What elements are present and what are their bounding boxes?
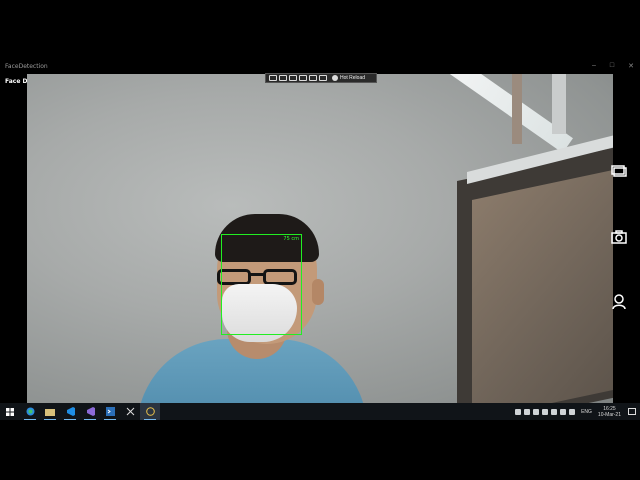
- windows-start-icon: [6, 407, 14, 416]
- snipping-icon: [126, 407, 134, 416]
- maximize-button[interactable]: □: [610, 62, 614, 70]
- title-bar[interactable]: FaceDetection – □ ✕: [0, 60, 640, 74]
- face-distance-label: 75 cm: [283, 236, 299, 242]
- ceiling-light: [407, 74, 573, 153]
- camera-icon: [611, 230, 627, 244]
- system-tray: ENG 16:25 10-Mar-21: [515, 403, 640, 420]
- face-detection-box: 75 cm: [221, 234, 302, 335]
- ceiling-beam: [512, 74, 522, 144]
- tray-network-icon[interactable]: [551, 408, 558, 415]
- tray-volume-icon[interactable]: [560, 408, 567, 415]
- switch-camera-icon: [611, 165, 627, 177]
- person-ear: [312, 279, 324, 305]
- taskbar: ENG 16:25 10-Mar-21: [0, 403, 640, 420]
- hot-reload-button[interactable]: Hot Reload: [332, 75, 365, 81]
- clock-date: 10-Mar-21: [597, 411, 621, 418]
- track-focus-icon[interactable]: [289, 75, 297, 81]
- taskbar-snipping-tool[interactable]: [120, 403, 140, 420]
- accessibility-icon[interactable]: [309, 75, 317, 81]
- window-controls: – □ ✕: [592, 62, 634, 70]
- app-window: FaceDetection – □ ✕ Face Detection FPS: …: [0, 60, 640, 403]
- person-icon: [612, 294, 626, 310]
- ceiling-pipe: [552, 74, 566, 134]
- taskbar-vscode[interactable]: [60, 403, 80, 420]
- window-title: FaceDetection: [5, 63, 48, 70]
- taskbar-face-detection[interactable]: [140, 403, 160, 420]
- xaml-debug-toolbar: Hot Reload: [265, 73, 377, 83]
- browser-icon: [26, 407, 34, 416]
- taskbar-visual-studio[interactable]: [80, 403, 100, 420]
- profile-button[interactable]: [604, 288, 634, 316]
- tray-battery-icon[interactable]: [542, 408, 549, 415]
- taskbar-terminal[interactable]: [100, 403, 120, 420]
- start-button[interactable]: [0, 403, 20, 420]
- tray-security-icon[interactable]: [533, 408, 540, 415]
- notification-center-icon[interactable]: [628, 408, 636, 415]
- tray-app-icon[interactable]: [515, 408, 522, 415]
- taskbar-browser[interactable]: [20, 403, 40, 420]
- terminal-icon: [105, 407, 115, 416]
- clock[interactable]: 16:25 10-Mar-21: [598, 406, 621, 418]
- vscode-icon: [66, 407, 75, 416]
- whiteboard: [472, 168, 613, 403]
- face-detection-app-icon: [145, 407, 155, 416]
- close-button[interactable]: ✕: [628, 62, 634, 70]
- hot-reload-label: Hot Reload: [340, 75, 366, 81]
- tray-onedrive-icon[interactable]: [524, 408, 531, 415]
- file-explorer-icon: [45, 408, 55, 416]
- display-adorners-icon[interactable]: [279, 75, 287, 81]
- switch-camera-button[interactable]: [604, 157, 634, 185]
- hot-reload-icon: [332, 75, 338, 81]
- tray-keyboard-icon[interactable]: [569, 408, 576, 415]
- theme-icon[interactable]: [319, 75, 327, 81]
- language-indicator[interactable]: ENG: [581, 409, 592, 415]
- select-element-icon[interactable]: [269, 75, 277, 81]
- capture-photo-button[interactable]: [604, 223, 634, 251]
- minimize-button[interactable]: –: [592, 62, 596, 70]
- camera-preview: 75 cm: [27, 74, 613, 403]
- taskbar-file-explorer[interactable]: [40, 403, 60, 420]
- display-layout-icon[interactable]: [299, 75, 307, 81]
- visual-studio-icon: [86, 407, 95, 416]
